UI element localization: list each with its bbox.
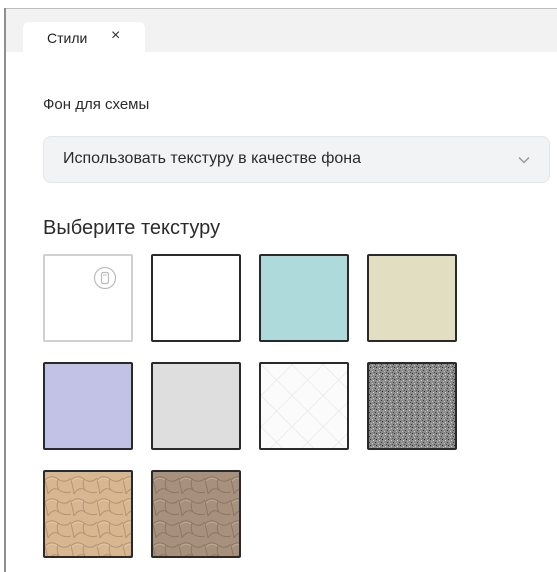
background-mode-value: Использовать текстуру в качестве фона bbox=[63, 150, 361, 167]
texture-swatch-none[interactable] bbox=[43, 254, 133, 342]
close-icon[interactable]: × bbox=[111, 27, 120, 45]
texture-swatch-light-gray-linen[interactable] bbox=[151, 362, 241, 450]
texture-swatch-brown-leather[interactable] bbox=[151, 470, 241, 558]
window-top-border bbox=[4, 8, 557, 9]
texture-swatch-lavender-linen[interactable] bbox=[43, 362, 133, 450]
background-mode-select[interactable]: Использовать текстуру в качестве фона bbox=[43, 136, 550, 183]
texture-swatch-tan-leather[interactable] bbox=[43, 470, 133, 558]
clear-icon bbox=[93, 266, 117, 290]
tab-styles-label: Стили bbox=[47, 30, 88, 46]
tab-styles[interactable]: Стили × bbox=[23, 22, 145, 53]
chevron-down-icon bbox=[518, 156, 530, 164]
texture-swatch-white-quilted[interactable] bbox=[259, 362, 349, 450]
styles-panel-window: Стили × Фон для схемы Использовать текст… bbox=[0, 0, 557, 572]
texture-heading: Выберите текстуру bbox=[43, 217, 221, 239]
texture-swatch-white[interactable] bbox=[151, 254, 241, 342]
texture-swatch-light-blue-linen[interactable] bbox=[259, 254, 349, 342]
background-label: Фон для схемы bbox=[43, 96, 150, 113]
texture-swatch-gray-noise[interactable] bbox=[367, 362, 457, 450]
texture-swatch-beige-linen[interactable] bbox=[367, 254, 457, 342]
